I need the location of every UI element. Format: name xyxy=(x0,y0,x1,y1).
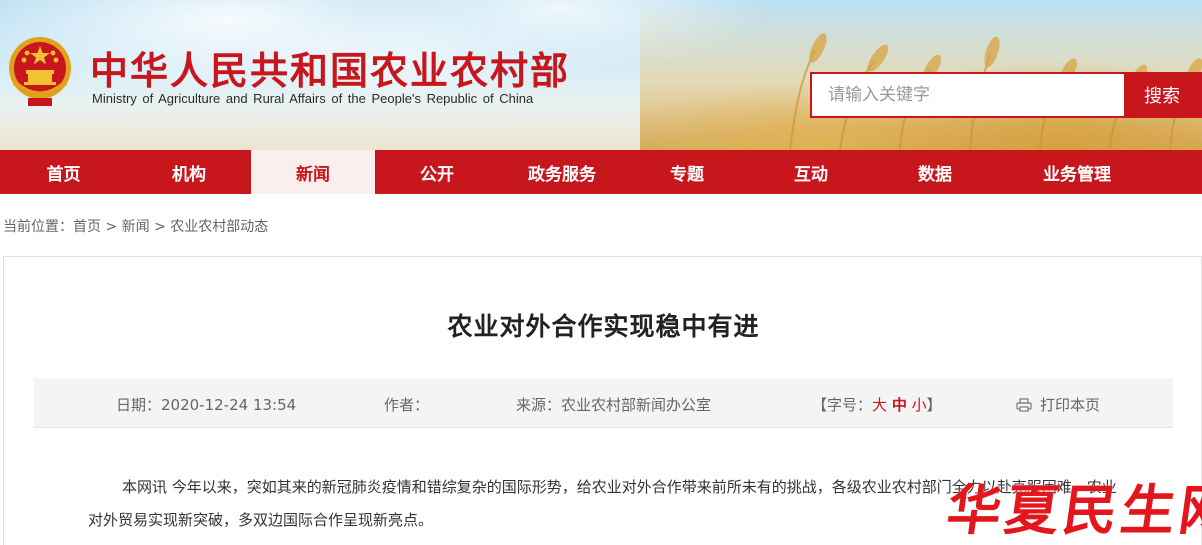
nav-item-organization[interactable]: 机构 xyxy=(127,150,251,194)
print-page-link[interactable]: 打印本页 xyxy=(1016,394,1100,415)
search-button[interactable]: 搜索 xyxy=(1124,74,1200,116)
nav-item-data[interactable]: 数据 xyxy=(873,150,997,194)
nav-item-public[interactable]: 公开 xyxy=(375,150,499,194)
nav-item-government-services[interactable]: 政务服务 xyxy=(499,150,625,194)
search-box: 搜索 xyxy=(810,72,1202,118)
breadcrumb-ministry-news[interactable]: 农业农村部动态 xyxy=(170,219,268,235)
breadcrumb: 当前位置：首页 > 新闻 > 农业农村部动态 xyxy=(0,194,1202,235)
search-input[interactable] xyxy=(812,74,1124,116)
site-watermark: 华夏民生网 xyxy=(942,478,1202,542)
article-title: 农业对外合作实现稳中有进 xyxy=(447,312,760,341)
nav-item-news[interactable]: 新闻 xyxy=(251,150,375,194)
font-size-medium-button[interactable]: 中 xyxy=(892,396,907,414)
breadcrumb-separator: > xyxy=(149,219,171,235)
article-source: 来源：农业农村部新闻办公室 xyxy=(516,396,712,414)
article-date: 日期：2020-12-24 13:54 xyxy=(116,396,297,414)
printer-icon xyxy=(1016,398,1032,412)
font-size-large-button[interactable]: 大 xyxy=(872,396,887,414)
nav-item-interaction[interactable]: 互动 xyxy=(749,150,873,194)
site-header: 中华人民共和国农业农村部 Ministry of Agriculture and… xyxy=(0,0,1202,150)
print-page-label: 打印本页 xyxy=(1040,396,1101,414)
nav-item-topics[interactable]: 专题 xyxy=(625,150,749,194)
article-author: 作者： xyxy=(384,396,430,414)
site-subtitle: Ministry of Agriculture and Rural Affair… xyxy=(92,91,534,106)
nav-item-home[interactable]: 首页 xyxy=(0,150,127,194)
breadcrumb-home[interactable]: 首页 xyxy=(73,219,101,235)
font-size-label: 【字号： xyxy=(812,396,873,414)
nav-item-business-management[interactable]: 业务管理 xyxy=(997,150,1157,194)
font-size-control: 【字号：大 中 小】 xyxy=(812,394,942,415)
breadcrumb-news[interactable]: 新闻 xyxy=(122,219,150,235)
main-nav: 首页 机构 新闻 公开 政务服务 专题 互动 数据 业务管理 xyxy=(0,150,1202,194)
breadcrumb-separator: > xyxy=(101,219,122,235)
breadcrumb-prefix: 当前位置： xyxy=(3,219,73,235)
font-size-close: 】 xyxy=(926,396,942,414)
national-emblem-icon xyxy=(9,37,71,106)
site-title: 中华人民共和国农业农村部 xyxy=(90,48,571,93)
article-meta-bar: 日期：2020-12-24 13:54 作者： 来源：农业农村部新闻办公室 【字… xyxy=(34,378,1173,428)
font-size-small-button[interactable]: 小 xyxy=(912,396,927,414)
